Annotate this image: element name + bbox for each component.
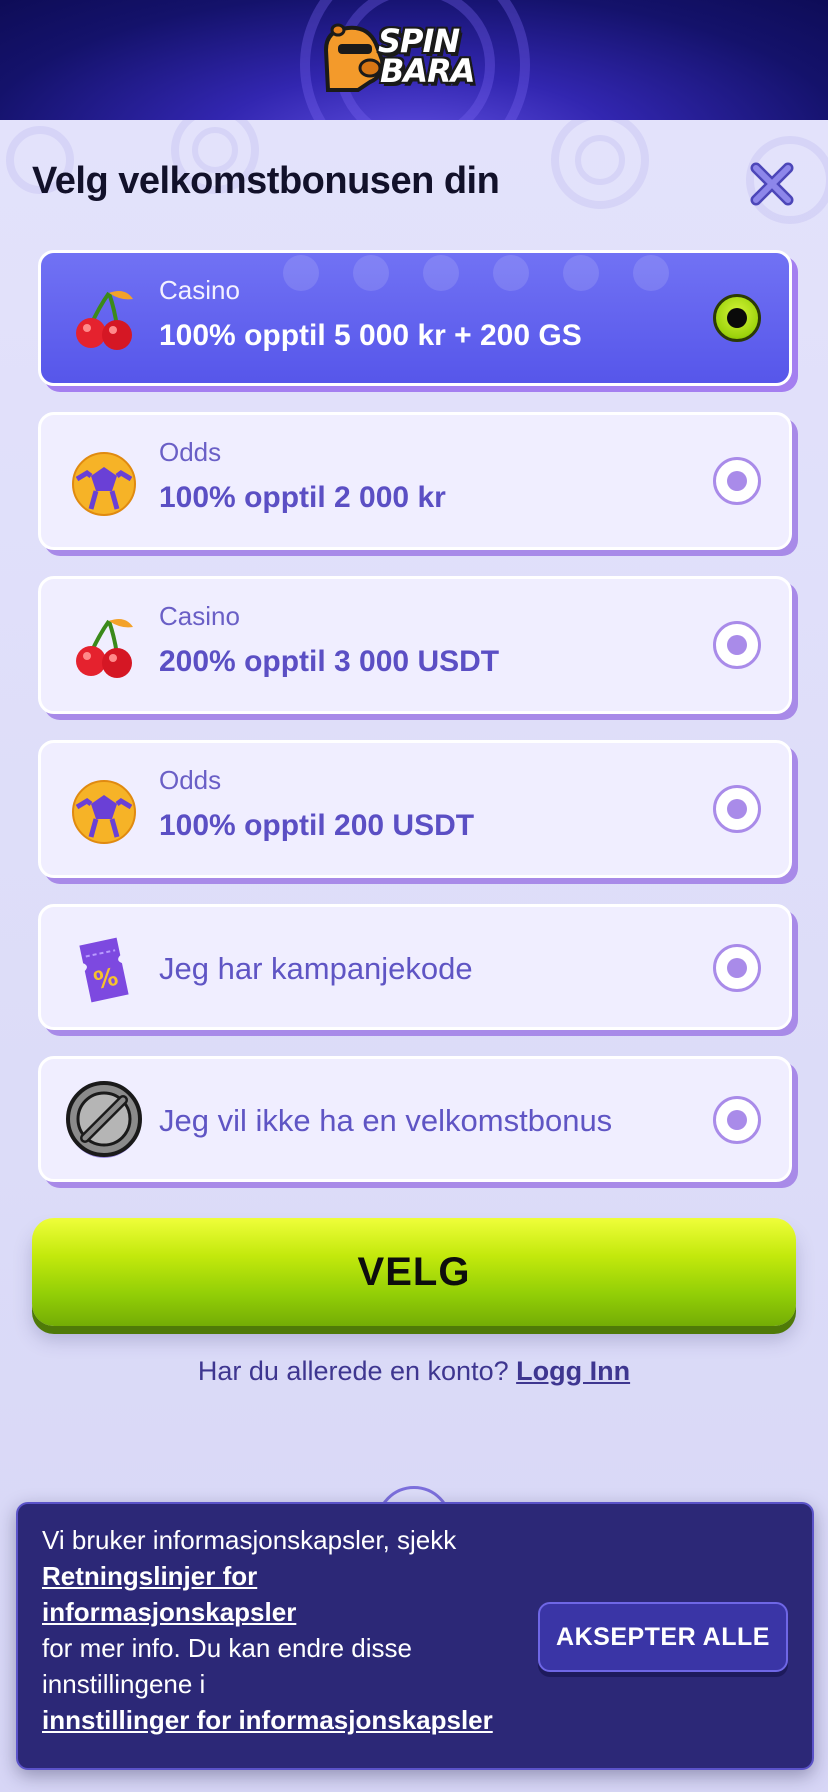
option-category: Casino bbox=[159, 275, 240, 305]
no-bonus-icon bbox=[66, 1081, 142, 1158]
option-label: Jeg vil ikke ha en velkomstbonus bbox=[159, 1103, 613, 1138]
spinbara-logo[interactable]: SPIN BARA bbox=[318, 20, 504, 92]
cookie-policy-link[interactable]: Retningslinjer for informasjonskapsler bbox=[42, 1558, 512, 1630]
bonus-option-odds-nok[interactable]: Odds 100% opptil 2 000 kr bbox=[38, 412, 792, 550]
login-prompt-row: Har du allerede en konto? Logg Inn bbox=[0, 1356, 828, 1387]
cherries-icon bbox=[76, 291, 133, 350]
select-button[interactable]: VELG bbox=[32, 1218, 796, 1326]
cookie-settings-link[interactable]: innstillinger for informasjonskapsler bbox=[42, 1702, 512, 1738]
option-label: Jeg har kampanjekode bbox=[159, 951, 473, 986]
close-button[interactable] bbox=[750, 162, 794, 206]
option-radio[interactable] bbox=[713, 1096, 761, 1144]
option-radio[interactable] bbox=[713, 457, 761, 505]
cookie-message: Vi bruker informasjonskapsler, sjekk Ret… bbox=[42, 1522, 512, 1738]
soccer-ball-icon bbox=[72, 780, 136, 844]
cookie-text-1: Vi bruker informasjonskapsler, sjekk bbox=[42, 1525, 457, 1555]
soccer-ball-icon bbox=[72, 452, 136, 516]
modal-title: Velg velkomstbonusen din bbox=[32, 160, 500, 202]
app-header: SPIN BARA bbox=[0, 0, 828, 120]
option-radio[interactable] bbox=[713, 621, 761, 669]
option-radio-selected[interactable] bbox=[713, 294, 761, 342]
login-prompt-text: Har du allerede en konto? bbox=[197, 1356, 509, 1386]
bonus-option-odds-usdt[interactable]: Odds 100% opptil 200 USDT bbox=[38, 740, 792, 878]
option-value: 100% opptil 2 000 kr bbox=[159, 481, 446, 514]
option-category: Odds bbox=[159, 437, 222, 467]
cookie-text-2: for mer info. Du kan endre disse innstil… bbox=[42, 1633, 412, 1699]
logo-wordmark: SPIN BARA bbox=[378, 22, 476, 90]
bonus-option-casino-usdt[interactable]: Casino 200% opptil 3 000 USDT bbox=[38, 576, 792, 714]
option-category: Odds bbox=[159, 765, 222, 795]
close-icon bbox=[750, 162, 794, 206]
accept-all-button[interactable]: AKSEPTER ALLE bbox=[538, 1602, 788, 1672]
cherries-icon bbox=[76, 619, 133, 678]
bonus-option-casino-nok[interactable]: Casino 100% opptil 5 000 kr + 200 GS bbox=[38, 250, 792, 386]
option-value: 100% opptil 5 000 kr + 200 GS bbox=[159, 319, 582, 352]
no-bonus-option[interactable]: Jeg vil ikke ha en velkomstbonus bbox=[38, 1056, 792, 1182]
login-link[interactable]: Logg Inn bbox=[516, 1356, 630, 1386]
option-radio[interactable] bbox=[713, 944, 761, 992]
option-value: 100% opptil 200 USDT bbox=[159, 809, 475, 842]
cookie-banner: Vi bruker informasjonskapsler, sjekk Ret… bbox=[16, 1502, 814, 1770]
option-value: 200% opptil 3 000 USDT bbox=[159, 645, 500, 678]
promo-code-option[interactable]: % Jeg har kampanjekode bbox=[38, 904, 792, 1030]
option-category: Casino bbox=[159, 601, 240, 631]
promo-ticket-icon: % bbox=[79, 937, 129, 1003]
option-radio[interactable] bbox=[713, 785, 761, 833]
